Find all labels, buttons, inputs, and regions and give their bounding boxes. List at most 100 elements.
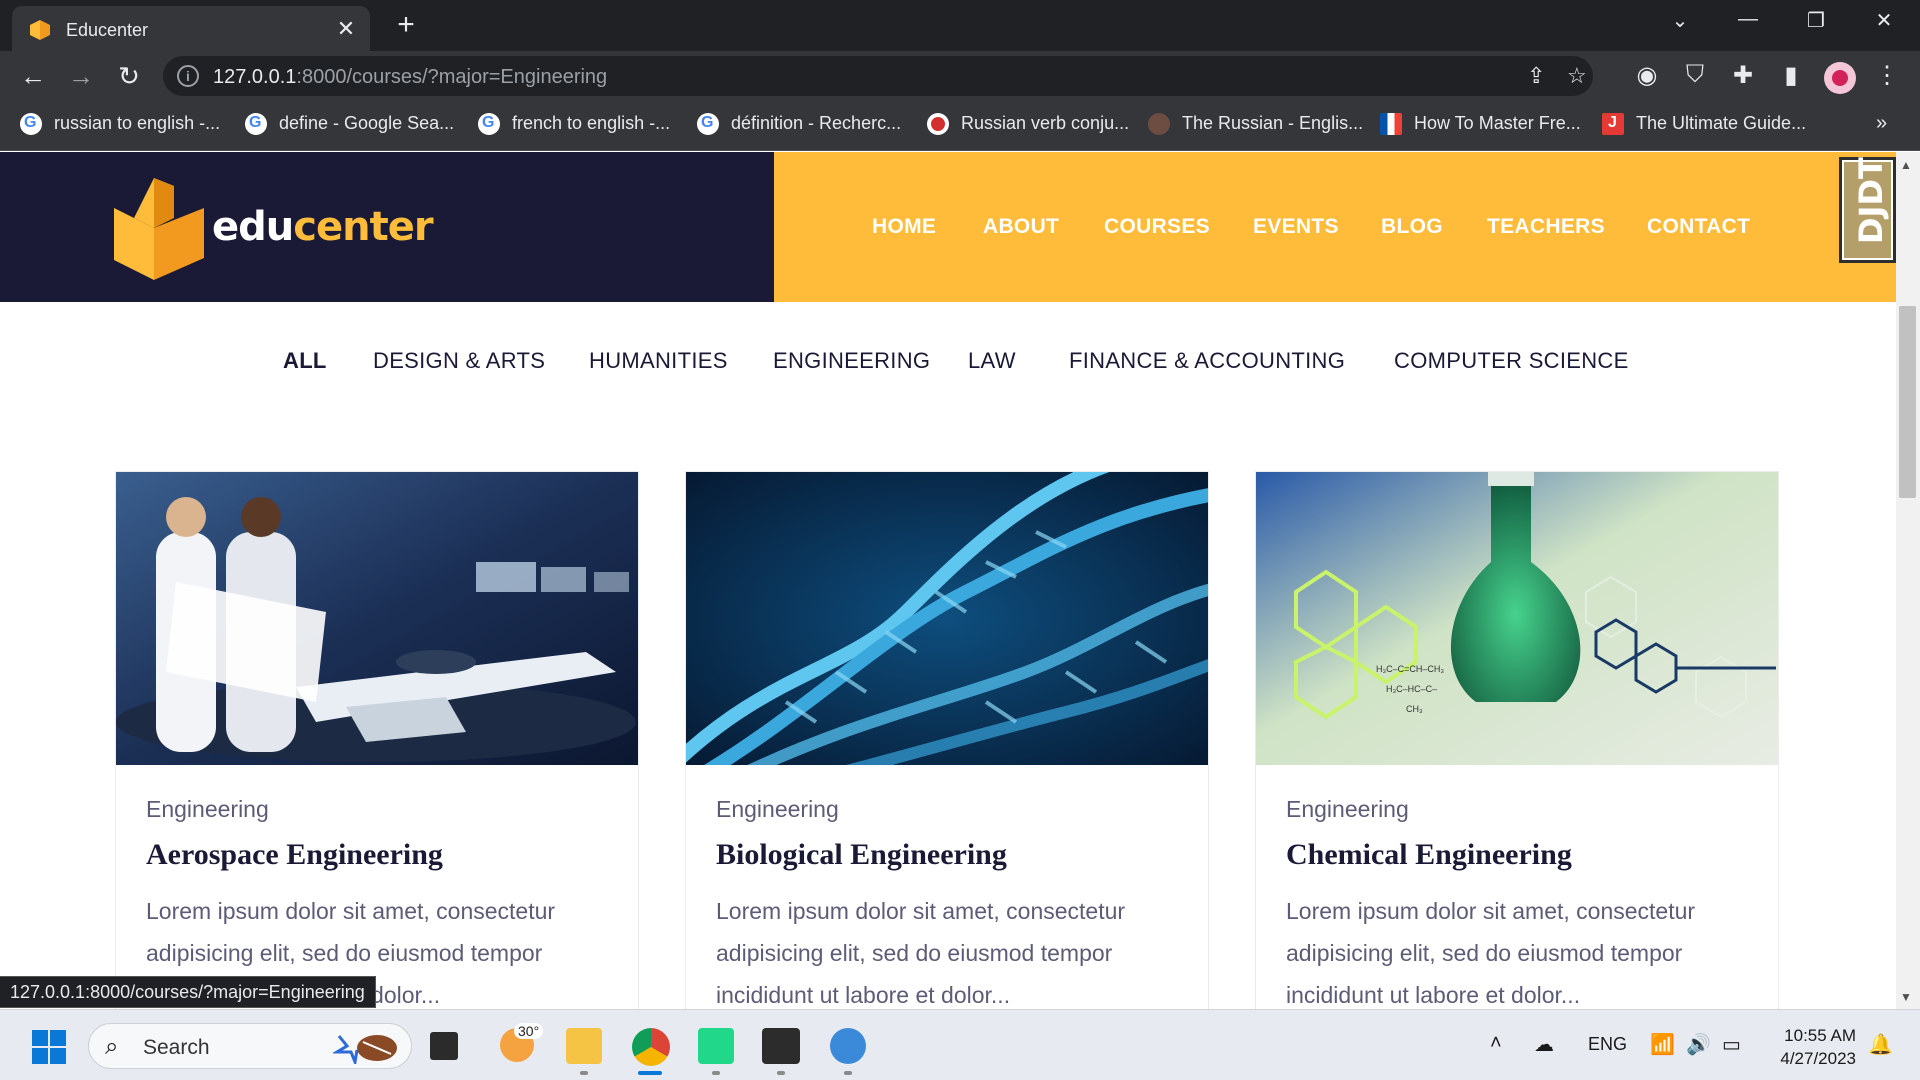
google-icon [478,113,500,136]
bookmark-item[interactable]: Russian verb conju... [927,113,1129,136]
notifications-icon[interactable]: 🔔 [1868,1032,1893,1057]
nav-events[interactable]: EVENTS [1253,215,1339,239]
shield-extension-icon[interactable]: ⛉ [1678,61,1712,89]
course-card[interactable]: Engineering Biological Engineering Lorem… [685,471,1209,1009]
search-highlight-icon [333,1035,397,1064]
bookmark-item[interactable]: How To Master Fre... [1380,113,1581,136]
django-debug-toolbar-handle[interactable]: DJDT [1839,157,1896,263]
bookmark-star-icon[interactable]: ☆ [1567,63,1587,89]
chemistry-flask-photo: H₃C–C=CH–CH₃ H₃C–HC–C– CH₃ [1256,472,1778,765]
svg-text:CH₃: CH₃ [1406,704,1423,714]
filter-humanities[interactable]: HUMANITIES [589,348,728,374]
scroll-down-arrow-icon[interactable]: ▼ [1900,990,1912,1004]
educenter-logo-icon[interactable] [114,178,204,280]
filter-engineering[interactable]: ENGINEERING [773,348,930,374]
logo-wordmark[interactable]: educenter [212,204,434,250]
nav-teachers[interactable]: TEACHERS [1487,215,1605,239]
nav-courses[interactable]: COURSES [1104,215,1210,239]
input-language[interactable]: ENG [1588,1034,1627,1055]
filter-law[interactable]: LAW [968,348,1016,374]
terminal-icon[interactable] [762,1028,800,1064]
tab-search-chevron-icon[interactable]: ⌄ [1660,8,1700,33]
show-hidden-icons-chevron-icon[interactable]: ˄ [1490,1032,1502,1055]
address-bar[interactable]: i 127.0.0.1:8000/courses/?major=Engineer… [163,56,1593,96]
new-tab-button[interactable]: + [390,8,422,42]
course-title[interactable]: Aerospace Engineering [146,838,443,872]
taskbar-search-box[interactable]: ⌕ Search [88,1023,412,1069]
battery-icon[interactable]: ▭ [1722,1032,1741,1057]
course-image-biological[interactable] [686,472,1208,765]
page-scrollbar[interactable] [1896,152,1920,1009]
browser-menu-icon[interactable]: ⋮ [1870,61,1904,90]
taskbar-search-placeholder: Search [143,1036,210,1059]
nav-home[interactable]: HOME [872,215,936,239]
forward-arrow-icon[interactable]: → [64,61,98,92]
browser-tab[interactable]: Educenter ✕ [12,6,370,51]
course-title[interactable]: Biological Engineering [716,838,1007,872]
aerospace-lab-photo [116,472,638,765]
active-indicator [638,1071,662,1075]
filter-design-arts[interactable]: DESIGN & ARTS [373,348,545,374]
share-icon[interactable]: ⇪ [1527,63,1545,89]
wifi-icon[interactable]: 📶 [1650,1032,1675,1057]
scrollbar-thumb[interactable] [1899,306,1916,498]
pycharm-icon[interactable] [698,1028,734,1064]
browser-tab-strip: Educenter ✕ + ⌄ — ❐ ✕ [0,0,1920,51]
course-card[interactable]: Engineering Aerospace Engineering Lorem … [115,471,639,1009]
bookmark-item[interactable]: The Ultimate Guide... [1602,113,1806,136]
paint-icon[interactable] [830,1028,866,1064]
restore-icon[interactable]: ❐ [1796,8,1836,33]
extensions-puzzle-icon[interactable]: ✚ [1726,61,1760,90]
windows-start-icon[interactable] [32,1030,66,1064]
scroll-up-arrow-icon[interactable]: ▲ [1900,158,1912,172]
course-card[interactable]: H₃C–C=CH–CH₃ H₃C–HC–C– CH₃ Engineering C… [1255,471,1779,1009]
flag-icon [1380,113,1402,136]
course-filter-bar: ALL DESIGN & ARTS HUMANITIES ENGINEERING… [0,348,1896,378]
nav-blog[interactable]: BLOG [1381,215,1443,239]
course-category: Engineering [716,796,839,822]
tab-close-icon[interactable]: ✕ [334,16,358,42]
course-image-chemical[interactable]: H₃C–C=CH–CH₃ H₃C–HC–C– CH₃ [1256,472,1778,765]
camera-extension-icon[interactable]: ◉ [1630,61,1664,90]
onedrive-cloud-icon[interactable]: ☁ [1534,1032,1554,1057]
volume-icon[interactable]: 🔊 [1686,1032,1711,1057]
more-bookmarks-chevron-icon[interactable]: » [1876,112,1887,135]
course-title[interactable]: Chemical Engineering [1286,838,1572,872]
address-bar-url[interactable]: 127.0.0.1:8000/courses/?major=Engineerin… [213,66,607,89]
taskbar-clock[interactable]: 10:55 AM 4/27/2023 [1768,1024,1856,1070]
tab-title: Educenter [66,20,149,40]
bookmark-item[interactable]: définition - Recherc... [697,113,901,136]
bookmark-item[interactable]: russian to english -... [20,113,220,136]
minimize-icon[interactable]: — [1728,8,1768,31]
search-icon: ⌕ [105,1033,119,1060]
google-icon [20,113,42,136]
j-icon [1602,113,1624,136]
back-arrow-icon[interactable]: ← [16,61,50,92]
dna-helix-photo [686,472,1208,765]
google-icon [697,113,719,136]
profile-avatar[interactable] [1824,62,1856,94]
debug-toolbar-tab: DJDT [1844,157,1891,258]
nav-contact[interactable]: CONTACT [1647,215,1750,239]
course-category: Engineering [1286,796,1409,822]
bookmark-item[interactable]: define - Google Sea... [245,113,454,136]
filter-computer-science[interactable]: COMPUTER SCIENCE [1394,348,1629,374]
filter-all[interactable]: ALL [283,348,327,374]
reverso-icon [927,113,949,136]
file-explorer-icon[interactable] [566,1028,602,1064]
filter-finance-accounting[interactable]: FINANCE & ACCOUNTING [1069,348,1345,374]
side-panel-icon[interactable]: ▮ [1774,61,1808,90]
running-indicator [777,1071,785,1075]
reload-icon[interactable]: ↻ [112,61,146,92]
bookmark-item[interactable]: The Russian - Englis... [1148,113,1363,136]
course-image-aerospace[interactable] [116,472,638,765]
task-view-icon[interactable] [430,1032,458,1060]
bookmark-item[interactable]: french to english -... [478,113,670,136]
site-info-icon[interactable]: i [177,65,199,87]
logo-area: educenter [0,152,774,302]
running-indicator [844,1071,852,1075]
svg-text:H₃C–C=CH–CH₃: H₃C–C=CH–CH₃ [1376,664,1444,674]
window-close-icon[interactable]: ✕ [1864,8,1904,33]
nav-about[interactable]: ABOUT [983,215,1059,239]
chrome-icon[interactable] [632,1028,670,1066]
